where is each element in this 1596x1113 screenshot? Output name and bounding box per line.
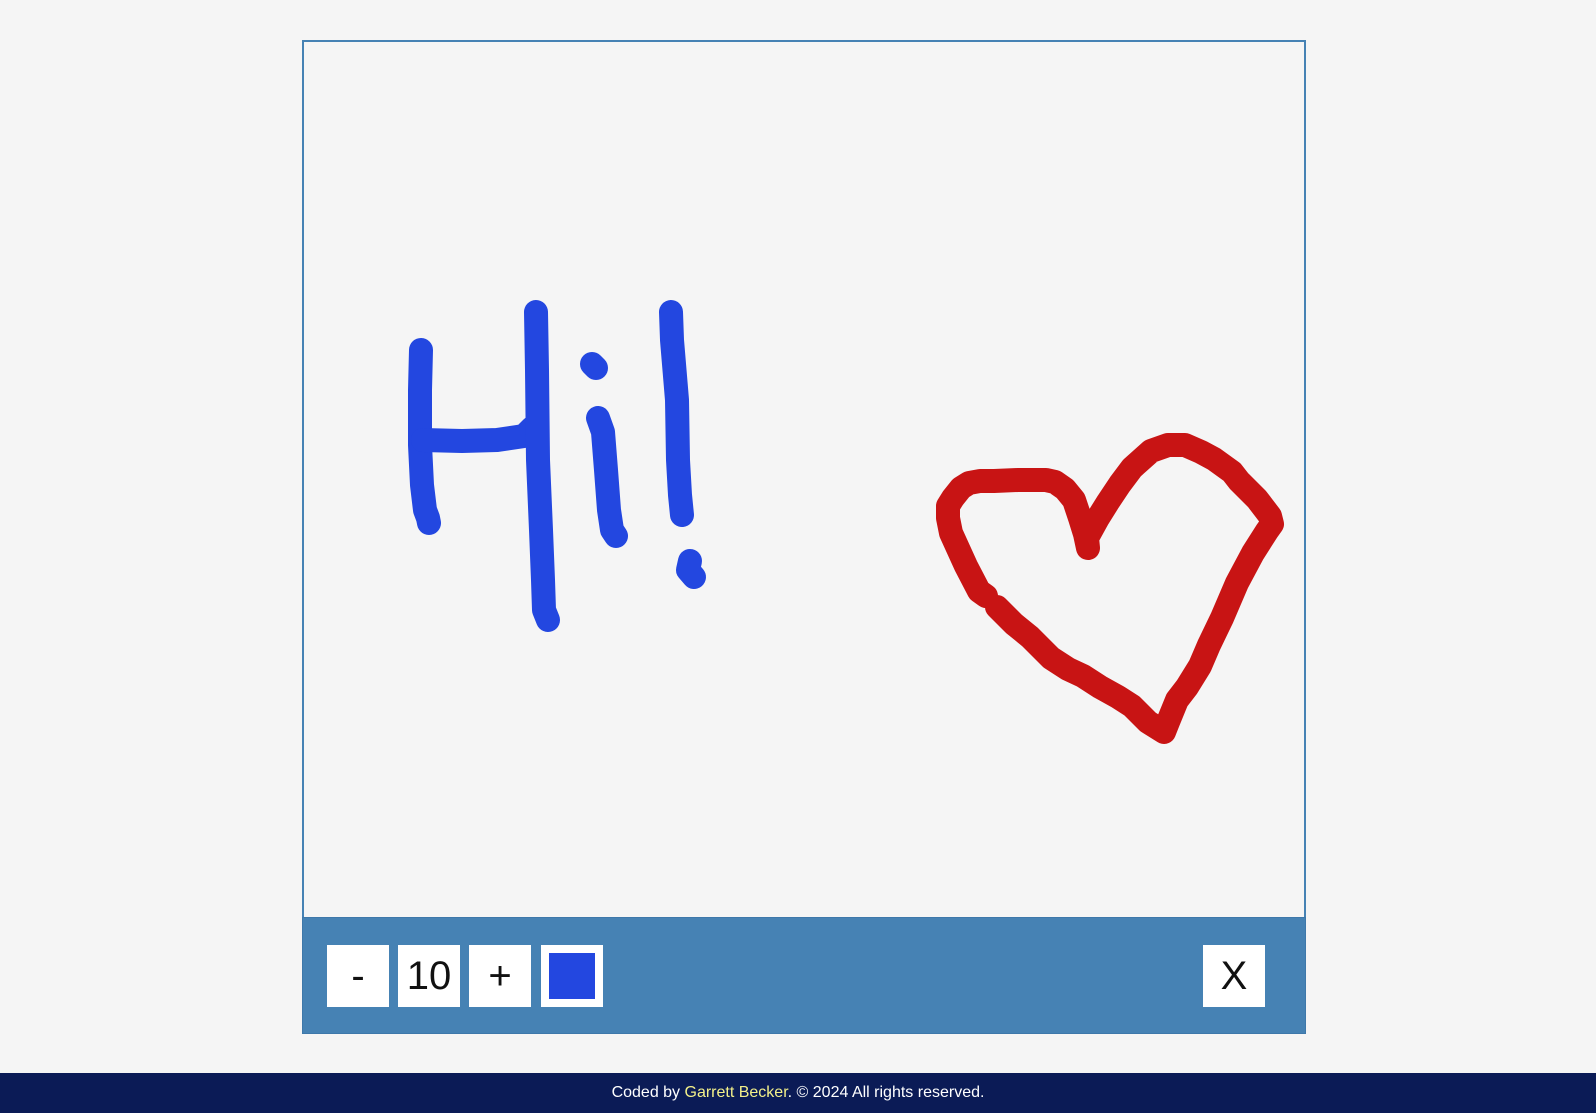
toolbox: - 10 + X bbox=[302, 917, 1306, 1034]
drawing-canvas[interactable] bbox=[302, 40, 1306, 918]
stroke-heart bbox=[936, 433, 1284, 744]
stroke-h-right bbox=[524, 300, 560, 632]
author-link[interactable]: Garrett Becker bbox=[685, 1084, 788, 1101]
color-picker[interactable] bbox=[541, 945, 603, 1007]
color-swatch bbox=[549, 953, 595, 999]
footer: Coded by Garrett Becker. © 2024 All righ… bbox=[0, 1073, 1596, 1113]
clear-canvas-button[interactable]: X bbox=[1203, 945, 1265, 1007]
drawing-app: - 10 + X bbox=[302, 40, 1306, 1034]
stroke-h-crossbar bbox=[411, 416, 544, 453]
brush-size-display: 10 bbox=[398, 945, 460, 1007]
stroke-exclaim-stem bbox=[659, 300, 694, 527]
footer-prefix: Coded by bbox=[611, 1084, 685, 1101]
stroke-i-stem bbox=[586, 406, 628, 548]
decrease-size-button[interactable]: - bbox=[327, 945, 389, 1007]
canvas-drawing bbox=[408, 300, 1284, 744]
stroke-exclaim-dot bbox=[676, 549, 706, 589]
stroke-i-dot bbox=[580, 352, 608, 380]
footer-copyright: . © 2024 All rights reserved. bbox=[787, 1084, 985, 1101]
increase-size-button[interactable]: + bbox=[469, 945, 531, 1007]
